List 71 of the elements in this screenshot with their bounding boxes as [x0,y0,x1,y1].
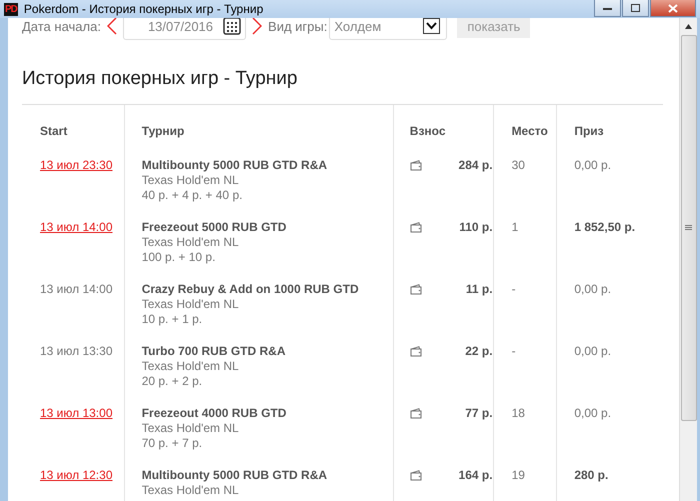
minimize-button[interactable] [594,0,621,17]
calendar-icon[interactable] [223,18,242,35]
tournament-detail: 20 р. + 2 р. [142,374,204,389]
scrollbar-thumb[interactable] [680,35,696,421]
start-time-link[interactable]: 13 июл 14:00 [40,220,112,234]
start-time-link[interactable]: 13 июл 13:00 [40,406,112,420]
column-header: Start [26,105,124,158]
tournament-detail: Texas Hold'em NL [142,235,240,250]
buy-in-amount: 164 р. [458,468,493,483]
close-icon[interactable] [668,4,678,12]
column-header: Место [493,105,557,158]
tournament-name: Multibounty 5000 RUB GTD R&A [142,468,328,483]
start-time-link[interactable]: 13 июл 23:30 [40,158,112,172]
tournament-name: Crazy Rebuy & Add on 1000 RUB GTD [142,282,360,297]
app-logo: PD [4,2,18,16]
tournament-detail: Texas Hold'em NL [142,297,240,312]
prize-value: 0,00 р. [574,344,612,358]
place-value: - [512,344,516,358]
prize-value: 280 р. [574,468,608,482]
prize-value: 1 852,50 р. [574,220,636,234]
buy-in-amount: 284 р. [458,158,493,173]
tournament-detail: 100 р. + 10 р. [142,250,216,265]
close-button[interactable] [650,0,696,17]
start-time-link[interactable]: 13 июл 12:30 [40,468,112,482]
buy-in-amount: 22 р. [465,344,493,359]
next-icon[interactable] [252,18,262,35]
game-type-dropdown[interactable]: Холдем [329,18,448,40]
column-header: Приз [556,105,663,158]
tournament-name: Multibounty 5000 RUB GTD R&A [142,158,328,173]
column-header: Турнир [124,105,394,158]
wallet-icon [410,408,422,419]
date-field[interactable]: 13/07/2016 [122,18,246,40]
tournament-detail: 40 р. + 4 р. + 40 р. [142,188,244,203]
wallet-icon [410,346,422,357]
game-type-label: Вид игры: [268,18,328,34]
place-value: 30 [512,158,525,172]
tournament-name: Freezeout 5000 RUB GTD [142,220,288,235]
minimize-icon[interactable] [603,5,612,11]
place-value: 18 [512,406,525,420]
wallet-icon [410,160,422,171]
place-value: 19 [512,468,525,482]
date-label: Дата начала: [22,18,101,34]
tournament-name: Freezeout 4000 RUB GTD [142,406,288,421]
wallet-icon [410,470,422,481]
previous-icon[interactable] [106,18,117,35]
buy-in-amount: 77 р. [465,406,493,421]
page-heading: История покерных игр - Турнир [22,68,663,105]
scroll-up-icon[interactable] [685,24,692,29]
place-value: 1 [512,220,518,234]
dropdown-icon[interactable] [423,18,440,34]
tournament-name: Turbo 700 RUB GTD R&A [142,344,286,359]
buy-in-amount: 110 р. [459,220,493,235]
start-time: 13 июл 14:00 [40,282,112,296]
maximize-icon[interactable] [631,4,640,12]
wallet-icon [410,284,422,295]
prize-value: 0,00 р. [574,158,612,172]
tournament-detail: 10 р. + 1 р. [142,312,204,327]
buy-in-amount: 11 р. [466,282,493,297]
tournament-detail: 70 р. + 7 р. [142,436,204,451]
maximize-button[interactable] [622,0,649,17]
prize-value: 0,00 р. [574,282,612,296]
tournament-detail: Texas Hold'em NL [142,483,240,498]
column-header: Взнос [393,105,494,158]
tournament-detail: Texas Hold'em NL [142,359,240,374]
place-value: - [512,282,516,296]
prize-value: 0,00 р. [574,406,612,420]
tournament-detail: Texas Hold'em NL [142,173,240,188]
wallet-icon [410,222,422,233]
tournament-detail: Texas Hold'em NL [142,421,240,436]
window-title: Pokerdom - История покерных игр - Турнир [24,2,264,16]
start-time: 13 июл 13:30 [40,344,112,358]
